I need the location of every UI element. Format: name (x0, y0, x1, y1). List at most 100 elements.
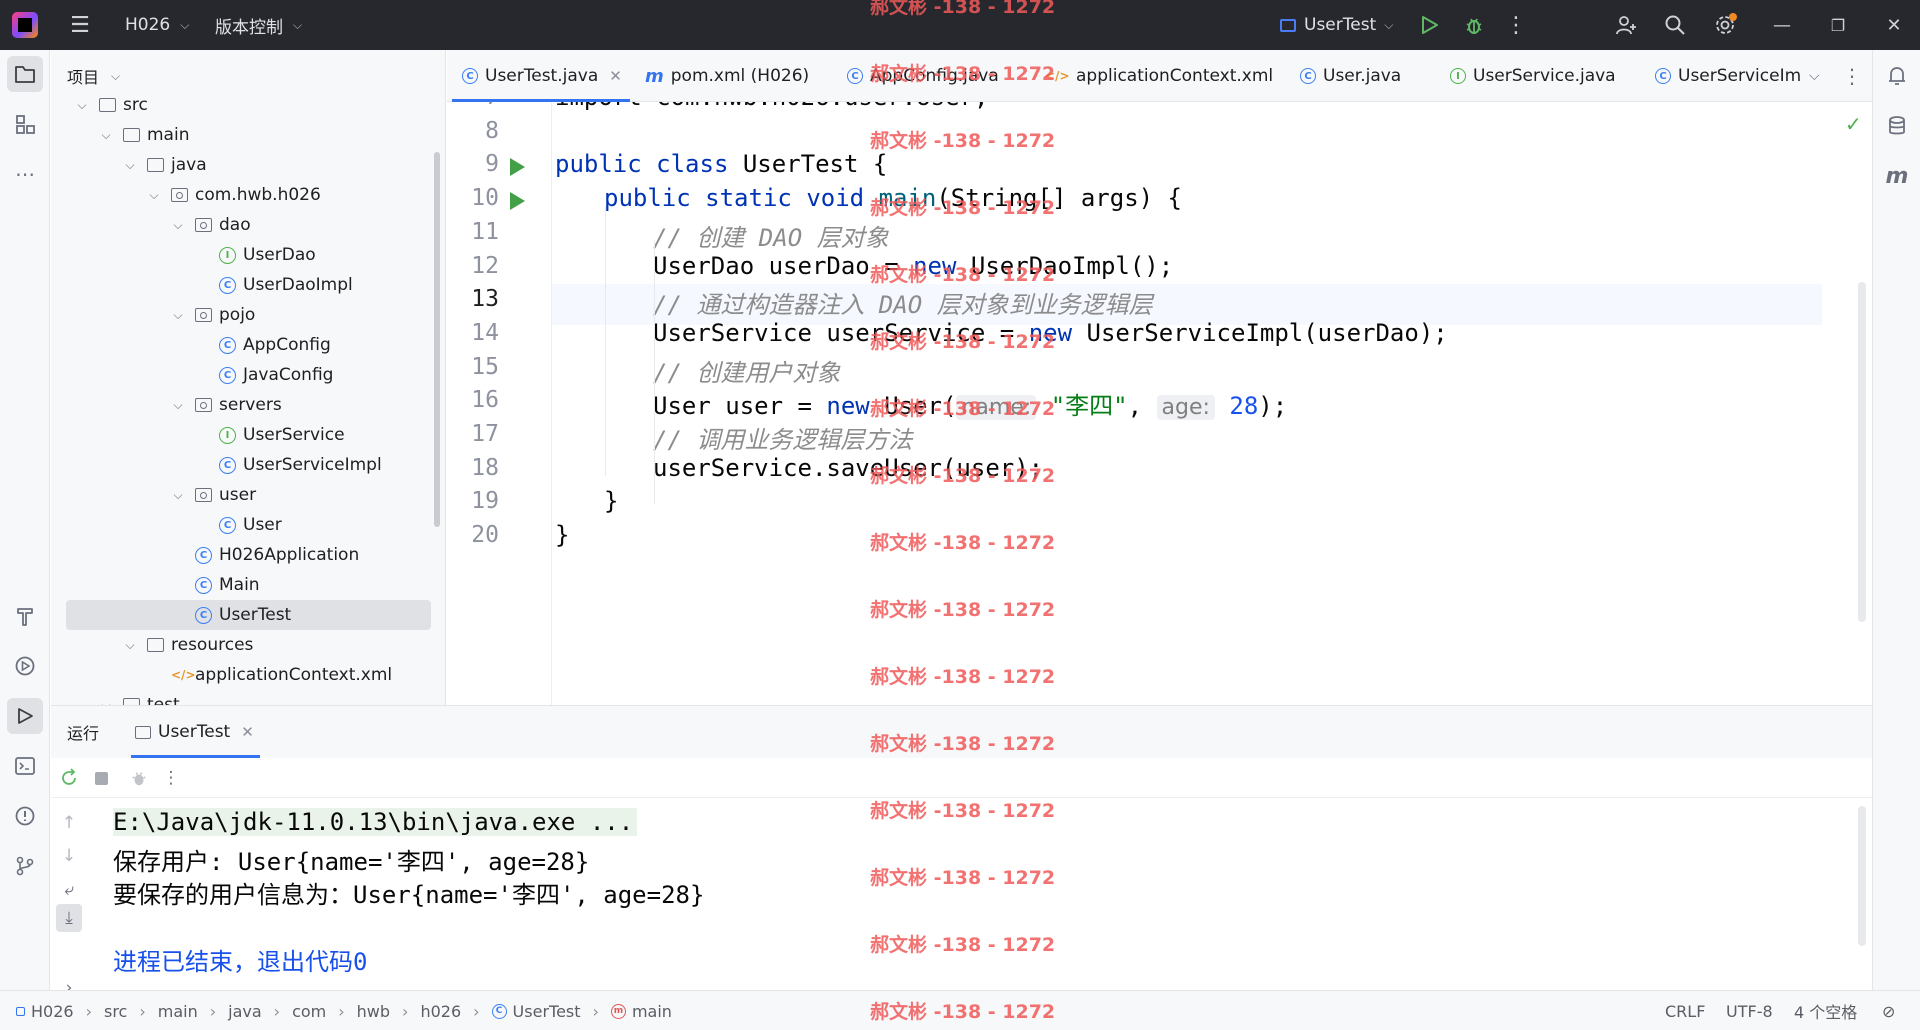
line-number[interactable]: 9 (447, 151, 499, 177)
line-ending-indicator[interactable]: CRLF (1665, 991, 1705, 1030)
code-editor[interactable]: ✓ 7 import com.hwb.h026.user.User; 8 9 publi… (447, 102, 1872, 705)
editor-scrollbar[interactable] (1858, 282, 1866, 622)
code-line[interactable]: public class UserTest { (555, 150, 887, 178)
indent-indicator[interactable]: 4 个空格 (1794, 991, 1857, 1030)
breadcrumb-item[interactable]: UserTest (513, 1002, 581, 1021)
line-number[interactable]: 12 (447, 253, 499, 279)
chevron-down-icon[interactable]: ⌵ (123, 158, 137, 173)
more-tool-windows-button[interactable]: ⋯ (7, 156, 43, 192)
run-tab-usertest[interactable]: UserTest ✕ (131, 706, 260, 758)
chevron-right-icon[interactable]: › (53, 968, 85, 990)
settings-button[interactable] (1705, 0, 1745, 50)
close-icon[interactable]: ✕ (609, 67, 622, 85)
tree-item[interactable]: C Main (51, 570, 431, 600)
code-line[interactable]: userService.saveUser(user); (653, 454, 1043, 482)
git-tool-button[interactable] (7, 848, 43, 884)
breadcrumb-item[interactable]: hwb (357, 1002, 390, 1021)
line-number[interactable]: 16 (447, 387, 499, 413)
services-tool-button[interactable] (7, 648, 43, 684)
lock-icon[interactable]: ⊘ (1882, 991, 1895, 1030)
more-actions-button[interactable]: ⋮ (1496, 0, 1536, 50)
debug-button[interactable] (1454, 0, 1494, 50)
code-line[interactable]: // 调用业务逻辑层方法 (653, 420, 912, 455)
close-icon[interactable]: ✕ (241, 723, 254, 741)
tab-appconfig-java[interactable]: C AppConfig.java (847, 50, 999, 102)
build-tool-button[interactable] (7, 598, 43, 634)
no-problems-check-icon[interactable]: ✓ (1845, 112, 1862, 136)
debug-rerun-button[interactable] (123, 758, 155, 798)
code-line[interactable]: } (604, 487, 618, 515)
breadcrumb-item[interactable]: main (158, 1002, 198, 1021)
rerun-button[interactable] (53, 758, 85, 798)
run-tool-button[interactable] (7, 698, 43, 734)
tree-item[interactable]: ⌵ pojo (51, 300, 431, 330)
chevron-down-icon[interactable]: ⌵ (171, 308, 185, 323)
code-line[interactable]: UserDao userDao = new UserDaoImpl(); (653, 252, 1173, 280)
breadcrumb-item[interactable]: main (632, 1002, 672, 1021)
tree-item[interactable]: </> applicationContext.xml (51, 660, 431, 690)
tab-user-java[interactable]: C User.java (1300, 50, 1401, 102)
line-number[interactable]: 14 (447, 320, 499, 346)
console-scrollbar[interactable] (1858, 806, 1866, 946)
line-number[interactable]: 20 (447, 522, 499, 548)
stop-button[interactable] (85, 758, 117, 798)
code-line[interactable]: User user = new User(name: "李四", age: 28… (653, 386, 1287, 421)
chevron-down-icon[interactable]: ⌵ (99, 128, 113, 143)
project-scrollbar[interactable] (434, 152, 440, 527)
tree-item[interactable]: C UserDaoImpl (51, 270, 431, 300)
tab-applicationcontext-xml[interactable]: </> applicationContext.xml (1045, 50, 1273, 102)
breadcrumb-item[interactable]: java (228, 1002, 262, 1021)
line-number[interactable]: 18 (447, 455, 499, 481)
code-line[interactable]: UserService userService = new UserServic… (653, 319, 1448, 347)
restore-button[interactable]: ❐ (1818, 0, 1858, 50)
close-button[interactable]: ✕ (1874, 0, 1914, 50)
tree-item[interactable]: ⌵ user (51, 480, 431, 510)
tree-item[interactable]: ⌵ main (51, 120, 431, 150)
vcs-menu[interactable]: 版本控制 ⌵ (215, 0, 302, 50)
tree-item[interactable]: ⌵ dao (51, 210, 431, 240)
tree-item[interactable]: C UserTest (66, 600, 431, 630)
tab-usertest-java[interactable]: C UserTest.java ✕ (452, 50, 630, 102)
code-line[interactable]: import com.hwb.h026.user.User; (555, 102, 988, 111)
tree-item[interactable]: ⌵ resources (51, 630, 431, 660)
tree-item[interactable]: C User (51, 510, 431, 540)
chevron-down-icon[interactable]: ⌵ (123, 638, 137, 653)
tab-userserviceimpl-java[interactable]: C UserServiceIm (1655, 50, 1801, 102)
tree-item[interactable]: C AppConfig (51, 330, 431, 360)
tree-item[interactable]: ⌵ com.hwb.h026 (51, 180, 431, 210)
code-line[interactable]: // 创建 DAO 层对象 (653, 218, 889, 253)
terminal-tool-button[interactable] (7, 748, 43, 784)
chevron-down-icon[interactable]: ⌵ (171, 488, 185, 503)
line-number[interactable]: 10 (447, 185, 499, 211)
search-button[interactable] (1655, 0, 1695, 50)
project-tool-button[interactable] (7, 56, 43, 92)
chevron-down-icon[interactable]: ⌵ (99, 698, 113, 706)
gutter-run-icon[interactable] (510, 192, 525, 211)
chevron-down-icon[interactable]: ⌵ (75, 98, 89, 113)
code-with-me-button[interactable] (1606, 0, 1646, 50)
chevron-down-icon[interactable]: ⌵ (147, 188, 161, 203)
line-number[interactable]: 17 (447, 421, 499, 447)
tabs-more-button[interactable]: ⋮ (1842, 50, 1862, 102)
code-line[interactable]: } (555, 521, 569, 549)
project-switcher[interactable]: H026 ⌵ (125, 0, 189, 50)
breadcrumb-item[interactable]: src (104, 1002, 127, 1021)
line-number[interactable]: 15 (447, 354, 499, 380)
problems-tool-button[interactable] (7, 798, 43, 834)
notifications-button[interactable] (1879, 58, 1915, 94)
tree-item[interactable]: C H026Application (51, 540, 431, 570)
line-number[interactable]: 11 (447, 219, 499, 245)
code-line[interactable]: public static void main(String[] args) { (604, 184, 1182, 212)
tree-item[interactable]: ⌵ servers (51, 390, 431, 420)
structure-tool-button[interactable] (7, 106, 43, 142)
chevron-down-icon[interactable]: ⌵ (171, 218, 185, 233)
breadcrumb-item[interactable]: h026 (420, 1002, 461, 1021)
tabs-dropdown-button[interactable]: ⌵ (1809, 50, 1820, 102)
tree-item[interactable]: C UserServiceImpl (51, 450, 431, 480)
scroll-to-end-icon[interactable]: ⤓ (56, 904, 82, 932)
run-button[interactable] (1410, 0, 1450, 50)
tree-item[interactable]: I UserService (51, 420, 431, 450)
tab-pom-xml[interactable]: m pom.xml (H026) (645, 50, 809, 102)
run-configuration-selector[interactable]: UserTest ⌵ (1280, 0, 1393, 50)
code-line[interactable]: // 通过构造器注入 DAO 层对象到业务逻辑层 (653, 285, 1153, 320)
